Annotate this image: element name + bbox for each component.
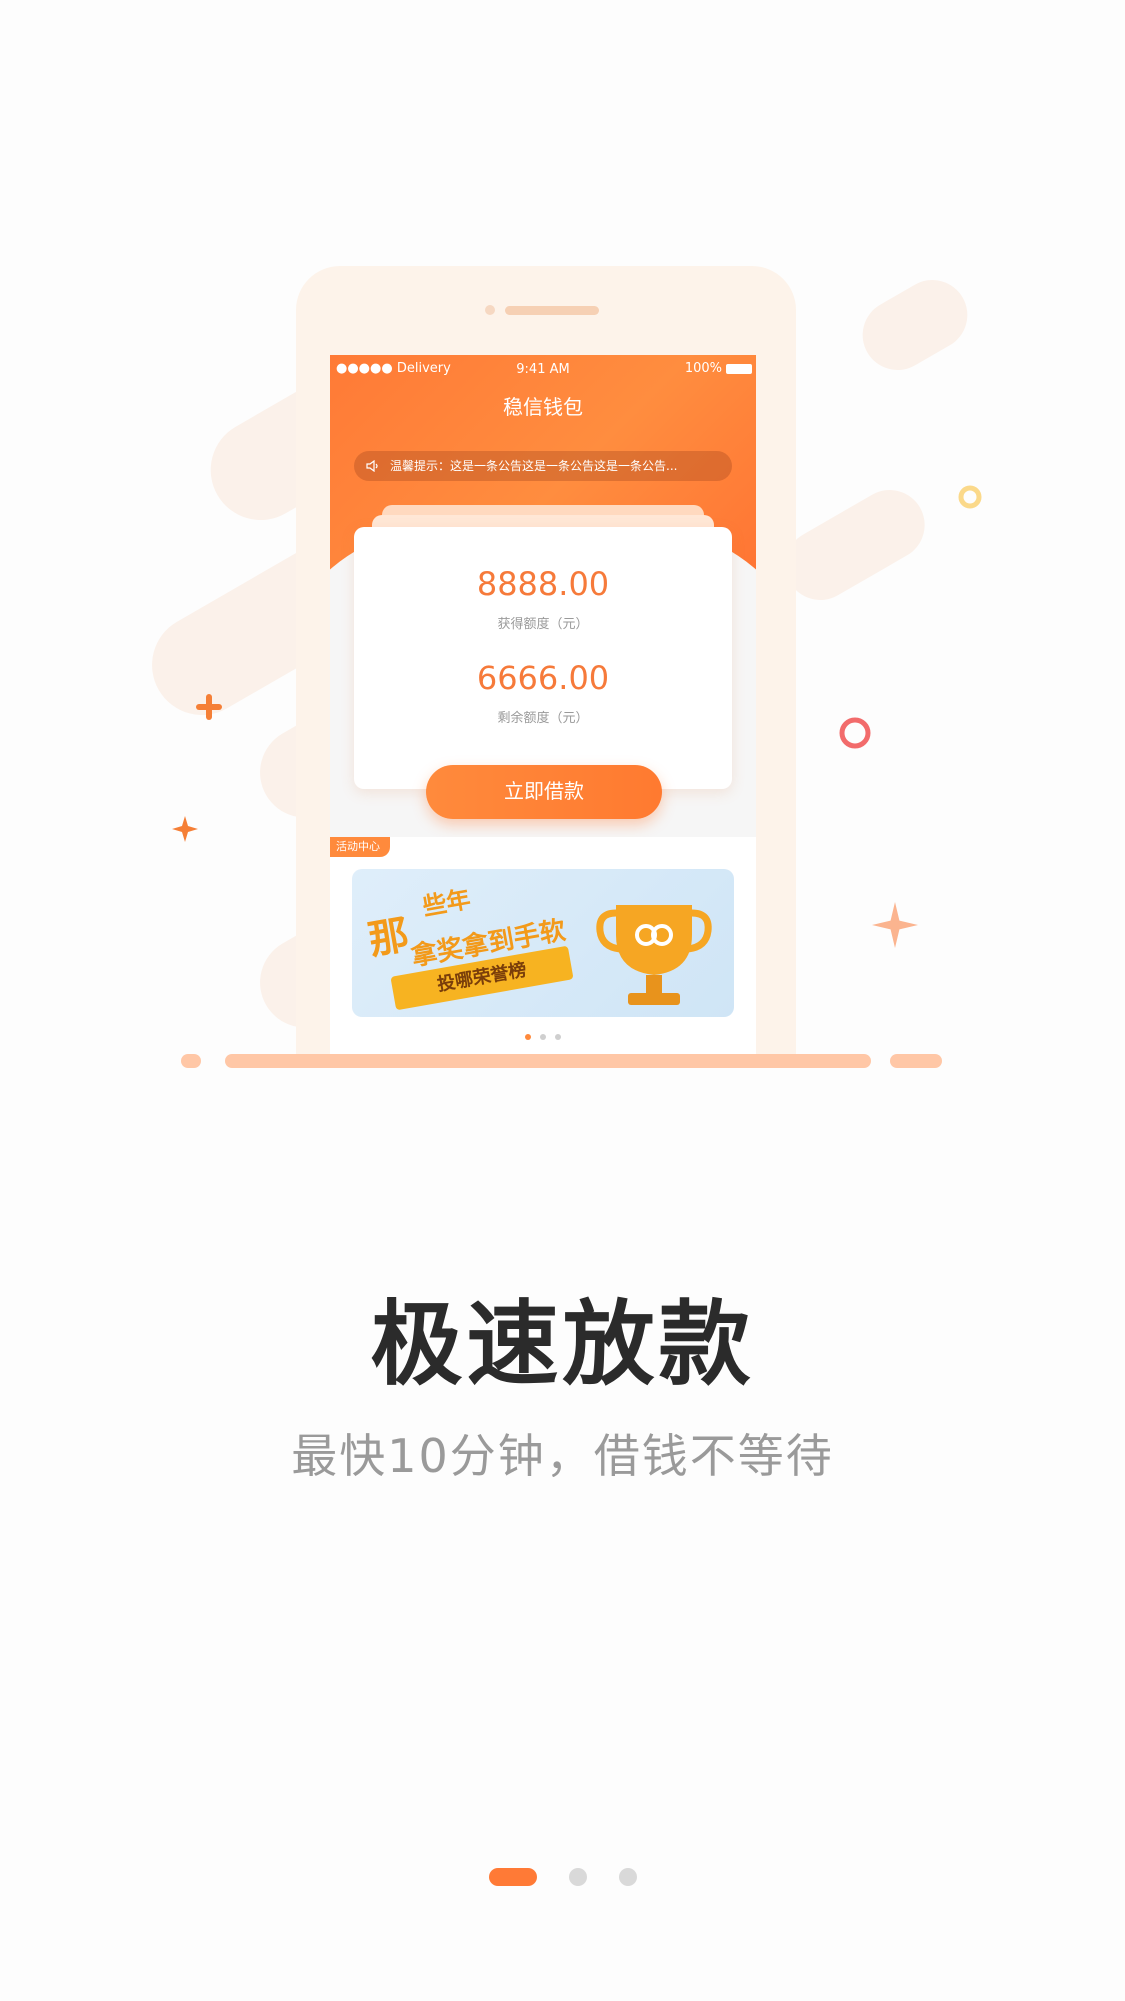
app-title: 稳信钱包 bbox=[503, 395, 583, 419]
onboarding-screen: ●●●●● Delivery 9:41 AM 100% 稳信钱包 温馨提示：这是… bbox=[0, 0, 1125, 2001]
status-bar: ●●●●● Delivery 9:41 AM 100% bbox=[330, 359, 756, 381]
battery-icon bbox=[726, 364, 752, 374]
speaker-icon bbox=[366, 460, 378, 472]
obtained-label: 获得额度（元） bbox=[497, 617, 589, 632]
borrow-now-button[interactable]: 立即借款 bbox=[426, 765, 662, 819]
base-bar-left bbox=[181, 1054, 201, 1068]
plus-icon bbox=[196, 694, 222, 720]
ring-icon bbox=[958, 485, 982, 509]
banner-pager-dot[interactable] bbox=[540, 1034, 546, 1040]
base-bar-right bbox=[890, 1054, 942, 1068]
obtained-amount: 8888.00 bbox=[476, 565, 610, 603]
phone-speaker bbox=[505, 306, 599, 315]
activity-banner[interactable]: 那 些年 拿奖拿到手软 投哪荣誉榜 bbox=[352, 869, 734, 1017]
ring-icon bbox=[839, 717, 871, 749]
phone-screen: ●●●●● Delivery 9:41 AM 100% 稳信钱包 温馨提示：这是… bbox=[330, 355, 756, 1055]
sparkle-icon bbox=[172, 816, 198, 842]
background-pill bbox=[849, 267, 981, 383]
onboarding-headline: 极速放款 bbox=[370, 1291, 755, 1398]
pager-dot-3[interactable] bbox=[618, 1868, 637, 1886]
trophy-icon bbox=[596, 905, 712, 1005]
notice-bar[interactable]: 温馨提示：这是一条公告这是一条公告这是一条公告... bbox=[354, 451, 732, 481]
background-pill bbox=[772, 477, 938, 613]
onboarding-pager bbox=[0, 1868, 1125, 1886]
sparkle-icon bbox=[872, 902, 918, 948]
banner-big-char: 那 bbox=[365, 911, 413, 965]
activity-tag: 活动中心 bbox=[330, 837, 390, 857]
pager-dot-1[interactable] bbox=[488, 1868, 537, 1886]
phone-camera bbox=[485, 305, 495, 315]
banner-pager bbox=[330, 1025, 756, 1044]
remaining-amount: 6666.00 bbox=[476, 659, 610, 697]
credit-card: 8888.00 获得额度（元） 6666.00 剩余额度（元） bbox=[354, 527, 732, 789]
banner-line-1: 些年 bbox=[420, 885, 473, 921]
status-battery: 100% bbox=[684, 361, 722, 376]
pager-dot-2[interactable] bbox=[568, 1868, 587, 1886]
banner-pager-dot[interactable] bbox=[555, 1034, 562, 1040]
onboarding-subline: 最快10分钟，借钱不等待 bbox=[291, 1429, 834, 1483]
banner-pager-dot[interactable] bbox=[524, 1034, 531, 1040]
activity-center: 活动中心 那 些年 拿奖拿到手软 投哪荣誉榜 bbox=[330, 837, 756, 1055]
notice-text: 温馨提示：这是一条公告这是一条公告这是一条公告... bbox=[390, 459, 678, 473]
remaining-label: 剩余额度（元） bbox=[497, 711, 589, 726]
base-bar-main bbox=[225, 1054, 871, 1068]
